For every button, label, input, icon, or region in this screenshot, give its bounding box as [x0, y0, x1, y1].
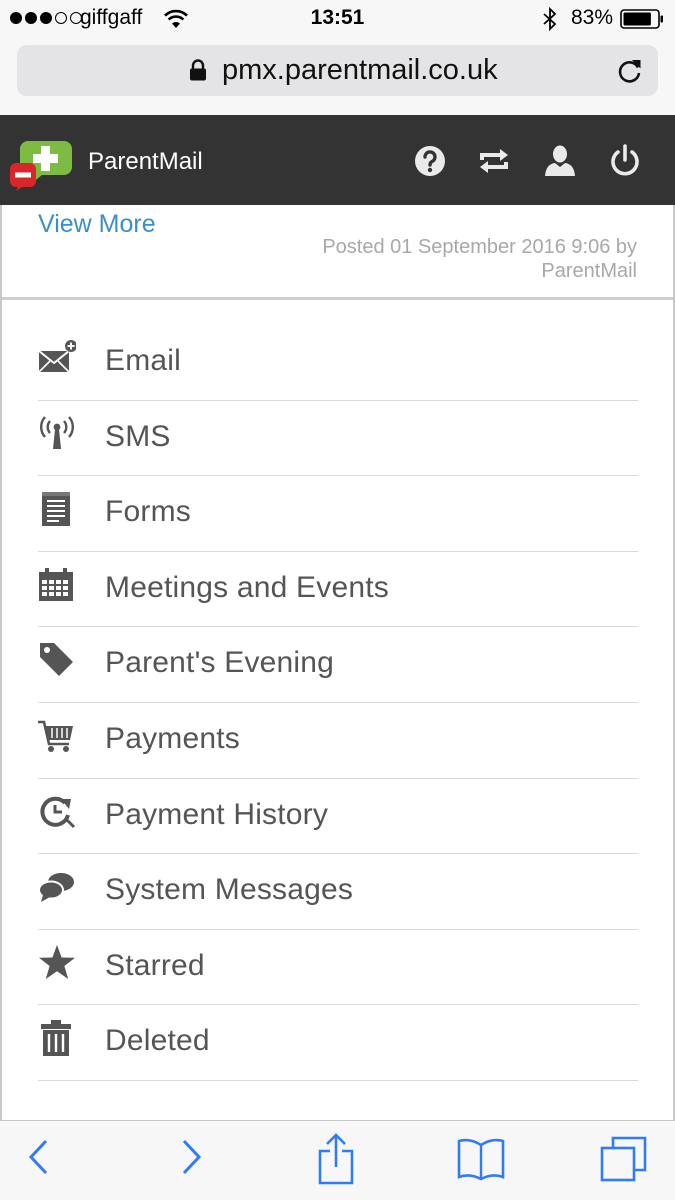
tag-icon — [40, 643, 73, 677]
switch-icon[interactable] — [476, 143, 512, 179]
browser-chrome-top: giffgaff 13:51 83% pmx.parentmail.co.uk — [0, 0, 675, 115]
back-icon[interactable] — [26, 1137, 52, 1177]
address-bar[interactable]: pmx.parentmail.co.uk — [17, 45, 658, 96]
parentmail-logo-icon — [10, 141, 72, 191]
battery-percentage: 83% — [571, 6, 614, 29]
menu-item-payments[interactable]: Payments — [38, 703, 638, 779]
help-icon[interactable] — [412, 143, 448, 179]
power-icon[interactable] — [607, 143, 643, 179]
email-add-icon — [38, 340, 76, 373]
history-icon — [40, 796, 76, 828]
menu-label-meetings: Meetings and Events — [105, 570, 389, 604]
trash-icon — [41, 1020, 71, 1057]
content-panel: View More Posted 01 September 2016 9:06 … — [0, 205, 675, 1120]
menu-label-starred: Starred — [105, 948, 205, 982]
menu-item-parents-evening[interactable]: Parent's Evening — [38, 627, 638, 703]
reload-icon[interactable] — [617, 57, 643, 84]
star-icon — [39, 944, 75, 979]
battery-icon — [620, 9, 663, 29]
menu-label-sms: SMS — [105, 419, 171, 453]
cart-icon — [38, 720, 73, 752]
menu-label-email: Email — [105, 344, 182, 377]
bookmarks-icon[interactable] — [456, 1137, 506, 1181]
menu-label-payments: Payments — [105, 721, 240, 755]
app-title: ParentMail — [88, 148, 203, 175]
posted-author: ParentMail — [541, 260, 637, 282]
menu-label-parents-evening: Parent's Evening — [105, 646, 335, 680]
status-bar: giffgaff 13:51 83% — [0, 0, 675, 38]
forward-icon[interactable] — [178, 1137, 204, 1177]
posted-info: Posted 01 September 2016 9:06 by ParentM… — [257, 235, 637, 283]
browser-toolbar — [0, 1120, 675, 1200]
share-icon[interactable] — [316, 1133, 356, 1185]
view-more-link[interactable]: View More — [38, 210, 156, 239]
menu-label-deleted: Deleted — [105, 1024, 210, 1058]
app-header: ParentMail — [0, 115, 675, 205]
url-text: pmx.parentmail.co.uk — [222, 54, 498, 86]
navigation-menu: Email SMS Forms Meetings and Events Pare… — [38, 325, 638, 1081]
form-icon — [42, 492, 70, 527]
menu-label-forms: Forms — [105, 495, 191, 529]
menu-item-system-messages[interactable]: System Messages — [38, 854, 638, 930]
antenna-icon — [40, 415, 74, 449]
menu-item-meetings[interactable]: Meetings and Events — [38, 552, 638, 628]
menu-item-deleted[interactable]: Deleted — [38, 1005, 638, 1081]
menu-item-payment-history[interactable]: Payment History — [38, 779, 638, 855]
tabs-icon[interactable] — [600, 1135, 648, 1183]
posted-date: Posted 01 September 2016 9:06 by — [322, 236, 637, 258]
menu-item-sms[interactable]: SMS — [38, 401, 638, 477]
user-icon[interactable] — [542, 143, 578, 179]
post-footer: View More Posted 01 September 2016 9:06 … — [2, 205, 673, 300]
chat-icon — [38, 873, 74, 903]
bluetooth-icon — [543, 7, 557, 31]
calendar-icon — [39, 567, 73, 601]
menu-label-payment-history: Payment History — [105, 797, 329, 831]
menu-label-system-messages: System Messages — [105, 873, 354, 907]
menu-item-starred[interactable]: Starred — [38, 930, 638, 1006]
menu-item-email[interactable]: Email — [38, 325, 638, 401]
lock-icon — [190, 59, 206, 81]
menu-item-forms[interactable]: Forms — [38, 476, 638, 552]
